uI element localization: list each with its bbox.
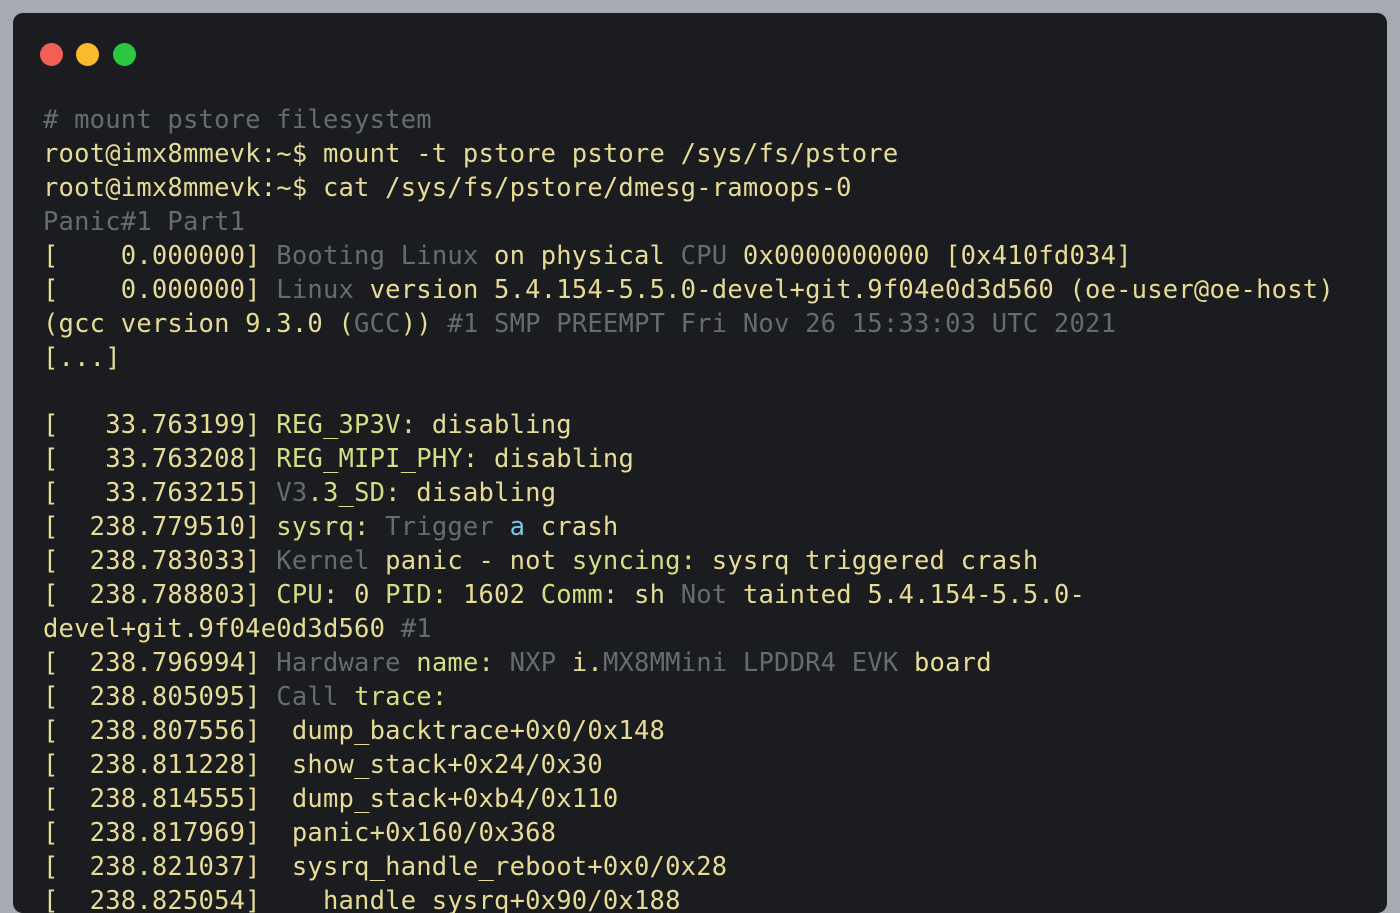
terminal-line: [ 33.763215] V3.3_SD: disabling — [43, 477, 1367, 511]
terminal-line: Panic#1 Part1 — [43, 206, 1367, 240]
terminal-text: #1 — [400, 614, 432, 645]
terminal-text: syncing: — [571, 546, 712, 577]
terminal-text: V3 — [276, 478, 308, 509]
maximize-button[interactable] — [113, 43, 136, 66]
terminal-text: [ 238.807556] dump_backtrace+0x0/0x148 — [43, 715, 666, 746]
terminal-text: root@imx8mmevk:~$ mount -t pstore pstore… — [43, 138, 899, 169]
terminal-line: [ 33.763199] REG_3P3V: disabling — [43, 409, 1367, 443]
terminal-text: Hardware — [276, 648, 417, 678]
terminal-text: Call — [276, 681, 355, 712]
terminal-text: [ 238.779510] — [43, 512, 277, 543]
terminal-text: [ 238.796994] — [43, 648, 277, 678]
terminal-text: [ 238.783033] — [43, 546, 277, 577]
terminal-line: # mount pstore filesystem — [43, 104, 1367, 138]
terminal-text: on physical — [494, 240, 681, 271]
terminal-text: GCC — [354, 308, 401, 339]
close-button[interactable] — [40, 43, 63, 66]
terminal-text: Linux — [276, 274, 370, 305]
terminal-text: Trigger — [385, 512, 510, 543]
terminal-text: name: — [416, 648, 510, 678]
terminal-text: [ 238.825054] __handle_sysrq+0x90/0x188 — [43, 885, 681, 913]
terminal-text: (gcc version 9.3.0 ( — [43, 308, 355, 339]
terminal-text: )) — [400, 308, 448, 339]
terminal-text: [ 238.788803] — [43, 580, 277, 611]
terminal-line: [ 238.783033] Kernel panic - not syncing… — [43, 545, 1367, 579]
terminal-text: [ 0.000000] — [43, 274, 277, 305]
terminal-line: [ 0.000000] Booting Linux on physical CP… — [43, 240, 1367, 274]
terminal-text: # mount pstore filesystem — [43, 105, 432, 135]
terminal-text: [ 33.763208] — [43, 444, 277, 475]
terminal-text: Not — [680, 580, 743, 611]
terminal-text: CPU — [680, 240, 743, 271]
terminal-text: 0x0000000000 [0x410fd034] — [742, 240, 1132, 271]
terminal-text: root@imx8mmevk:~$ cat /sys/fs/pstore/dme… — [43, 172, 852, 203]
terminal-window: # mount pstore filesystem root@imx8mmevk:… — [13, 13, 1387, 913]
terminal-text: [ 238.821037] sysrq_handle_reboot+0x0/0x… — [43, 851, 728, 882]
terminal-text: sysrq triggered crash — [711, 546, 1039, 577]
terminal-line: [ 238.805095] Call trace: — [43, 681, 1367, 715]
terminal-text: [ 238.805095] — [43, 681, 277, 712]
terminal-line: [ 238.817969] panic+0x160/0x368 — [43, 817, 1367, 851]
terminal-text: 0 — [354, 580, 386, 611]
terminal-text: .3_SD: — [307, 478, 417, 509]
terminal-text: 1602 — [462, 580, 541, 611]
terminal-line: devel+git.9f04e0d3d560 #1 — [43, 613, 1367, 647]
terminal-line: [ 238.796994] Hardware name: NXP i.MX8MM… — [43, 647, 1367, 681]
terminal-text: Panic#1 Part1 — [43, 206, 246, 237]
terminal-line: [ 0.000000] Linux version 5.4.154-5.5.0-… — [43, 274, 1367, 308]
terminal-text: trace: — [354, 681, 448, 712]
terminal-text: [...] — [43, 342, 121, 373]
terminal-line: [ 238.779510] sysrq: Trigger a crash — [43, 511, 1367, 545]
terminal-text: crash — [540, 512, 619, 543]
terminal-text: sh — [634, 580, 681, 611]
title-bar — [13, 13, 1387, 93]
terminal-text: disabling — [416, 478, 557, 509]
terminal-text: disabling — [494, 444, 635, 475]
terminal-text: a — [509, 512, 541, 543]
terminal-line: [ 238.811228] show_stack+0x24/0x30 — [43, 749, 1367, 783]
terminal-text: board — [913, 648, 992, 678]
terminal-text: [ 238.814555] dump_stack+0xb4/0x110 — [43, 783, 619, 814]
terminal-text: [ 33.763199] — [43, 410, 277, 441]
terminal-text: [ 238.811228] show_stack+0x24/0x30 — [43, 749, 603, 780]
terminal-line: root@imx8mmevk:~$ cat /sys/fs/pstore/dme… — [43, 172, 1367, 206]
terminal-text: sysrq: — [276, 512, 386, 543]
terminal-text: version 5.4.154-5.5.0-devel+git.9f04e0d3… — [369, 274, 1334, 305]
terminal-text: i. — [571, 648, 603, 678]
terminal-text: CPU: — [276, 580, 355, 611]
terminal-text: REG_MIPI_PHY: — [276, 444, 495, 475]
terminal-line: [ 238.814555] dump_stack+0xb4/0x110 — [43, 783, 1367, 817]
terminal-text: [ 33.763215] — [43, 478, 277, 509]
terminal-line: [ 238.788803] CPU: 0 PID: 1602 Comm: sh … — [43, 579, 1367, 613]
terminal-text: PID: — [385, 580, 463, 611]
terminal-line: [ 238.807556] dump_backtrace+0x0/0x148 — [43, 715, 1367, 749]
terminal-text: Comm: — [540, 580, 635, 611]
terminal-line: root@imx8mmevk:~$ mount -t pstore pstore… — [43, 138, 1367, 172]
terminal-text: MX8MMini LPDDR4 EVK — [602, 648, 914, 678]
terminal-text: panic - not — [385, 546, 572, 577]
terminal-text: Kernel — [276, 546, 386, 577]
terminal-text: [ 0.000000] — [43, 240, 277, 271]
terminal-output[interactable]: # mount pstore filesystem root@imx8mmevk:… — [43, 104, 1367, 913]
terminal-text: [ 238.817969] panic+0x160/0x368 — [43, 817, 557, 848]
terminal-line: (gcc version 9.3.0 (GCC)) #1 SMP PREEMPT… — [43, 308, 1367, 342]
terminal-text: disabling — [431, 410, 572, 441]
terminal-text: devel+git.9f04e0d3d560 — [43, 614, 401, 645]
terminal-text: NXP — [509, 648, 572, 678]
terminal-text: #1 SMP PREEMPT Fri Nov 26 15:33:03 UTC 2… — [447, 308, 1117, 339]
terminal-line: [ 238.821037] sysrq_handle_reboot+0x0/0x… — [43, 851, 1367, 885]
terminal-line: [ 33.763208] REG_MIPI_PHY: disabling — [43, 443, 1367, 477]
terminal-line: [...] — [43, 342, 1367, 376]
minimize-button[interactable] — [76, 43, 99, 66]
terminal-text: REG_3P3V: — [276, 410, 432, 441]
terminal-text: tainted 5.4.154-5.5.0- — [742, 580, 1086, 611]
terminal-text: Booting Linux — [276, 240, 495, 271]
